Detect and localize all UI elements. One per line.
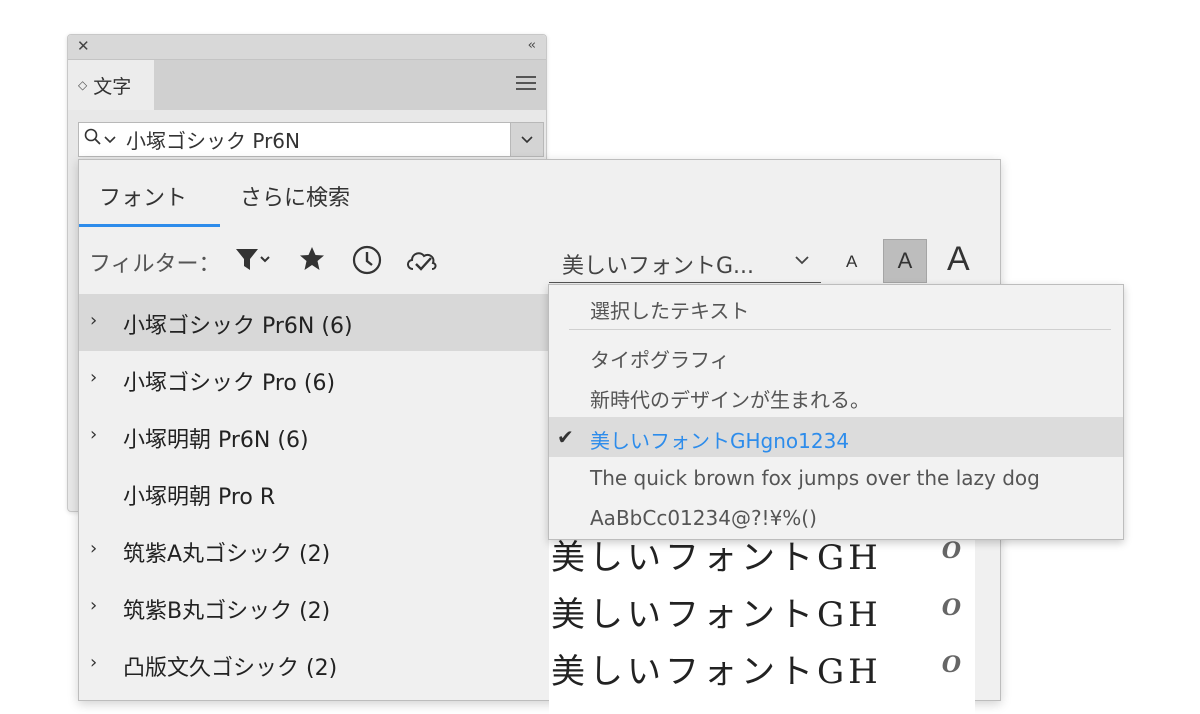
filter-funnel-icon[interactable] xyxy=(234,244,274,278)
tab-character[interactable]: ◇ 文字 xyxy=(68,60,154,110)
font-preview: 美しいフォントGHg xyxy=(551,595,881,635)
sample-text-dropdown[interactable]: 美しいフォントG... xyxy=(549,244,821,283)
font-dropdown-button[interactable] xyxy=(510,123,543,156)
font-family-row[interactable]: › 凸版文久ゴシック (2) xyxy=(79,636,549,693)
filter-label: フィルター： xyxy=(89,252,221,277)
panel-titlebar: ✕ ‹‹ xyxy=(68,35,546,60)
sample-text-option-selected[interactable]: ✔ 美しいフォントGHgno1234 xyxy=(549,417,1123,457)
panel-menu-icon[interactable] xyxy=(516,72,536,92)
chevron-right-icon[interactable]: › xyxy=(90,538,97,559)
panel-tab-row: ◇ 文字 xyxy=(68,60,546,110)
font-family-row[interactable]: › 小塚明朝 Pr6N (6) xyxy=(79,408,549,465)
font-family-row[interactable]: 小塚明朝 Pro R xyxy=(79,465,549,522)
close-icon[interactable]: ✕ xyxy=(77,37,90,55)
active-tab-indicator xyxy=(79,224,220,227)
sample-text-option-label: タイポグラフィ xyxy=(590,348,730,372)
font-family-row[interactable]: › 筑紫B丸ゴシック (2) xyxy=(79,579,549,636)
preview-size-small-button[interactable]: A xyxy=(846,252,857,272)
search-icon[interactable] xyxy=(84,128,102,151)
tab-character-label: 文字 xyxy=(93,75,132,98)
chevron-right-icon[interactable]: › xyxy=(90,367,97,388)
font-menu-tabs: フォント さらに検索 xyxy=(79,160,1000,228)
filter-row: フィルター： 美しいフォントG... xyxy=(79,236,1000,286)
opentype-icon: O xyxy=(941,538,961,564)
search-options-chevron-icon[interactable] xyxy=(104,133,116,147)
font-family-name: 小塚ゴシック Pro (6) xyxy=(123,371,336,396)
font-family-name: 筑紫B丸ゴシック (2) xyxy=(123,599,331,624)
font-family-name: 凸版文久ゴシック (2) xyxy=(123,656,338,681)
sample-text-option-label: The quick brown fox jumps over the lazy … xyxy=(590,466,1040,490)
activated-fonts-cloud-icon[interactable] xyxy=(404,244,440,280)
chevron-down-icon xyxy=(795,254,809,269)
sample-text-option[interactable]: The quick brown fox jumps over the lazy … xyxy=(549,458,1123,498)
chevron-right-icon[interactable]: › xyxy=(90,310,97,331)
sample-text-option-label: 美しいフォントGHgno1234 xyxy=(590,429,850,453)
opentype-icon: O xyxy=(941,595,961,621)
tab-fonts[interactable]: フォント xyxy=(99,180,187,212)
preview-size-large-button[interactable]: A xyxy=(947,240,970,279)
opentype-icon: O xyxy=(941,652,961,678)
sample-text-option-label: 選択したテキスト xyxy=(590,299,750,323)
recently-added-clock-icon[interactable] xyxy=(351,244,383,280)
sample-text-option-label: AaBbCc01234@?!¥%() xyxy=(590,506,817,530)
sample-text-option-label: 新時代のデザインが生まれる。 xyxy=(590,388,870,412)
menu-divider xyxy=(569,329,1111,330)
sample-text-option[interactable]: タイポグラフィ xyxy=(549,336,1123,376)
font-preview: 美しいフォントGHg xyxy=(551,652,881,692)
chevron-right-icon[interactable]: › xyxy=(90,424,97,445)
sample-text-selected: 美しいフォントG... xyxy=(562,254,755,279)
font-family-name: 筑紫A丸ゴシック (2) xyxy=(123,542,331,567)
sample-text-option[interactable]: 新時代のデザインが生まれる。 xyxy=(549,376,1123,416)
tab-find-more[interactable]: さらに検索 xyxy=(240,180,350,212)
favorites-star-icon[interactable] xyxy=(297,244,327,278)
updown-arrows-icon: ◇ xyxy=(78,78,88,92)
font-family-name: 小塚ゴシック Pr6N (6) xyxy=(123,314,353,339)
font-family-row[interactable]: › 小塚ゴシック Pr6N (6) xyxy=(79,294,549,351)
chevron-right-icon[interactable]: › xyxy=(90,652,97,673)
checkmark-icon: ✔ xyxy=(557,425,574,449)
font-family-field[interactable]: 小塚ゴシック Pr6N xyxy=(78,122,544,157)
font-family-row[interactable]: › 筑紫A丸ゴシック (2) xyxy=(79,522,549,579)
font-family-row[interactable]: › 小塚ゴシック Pro (6) xyxy=(79,351,549,408)
sample-text-menu: 選択したテキスト タイポグラフィ 新時代のデザインが生まれる。 ✔ 美しいフォン… xyxy=(548,284,1124,540)
sample-text-option[interactable]: AaBbCc01234@?!¥%() xyxy=(549,498,1123,538)
chevron-right-icon[interactable]: › xyxy=(90,595,97,616)
sample-text-option[interactable]: 選択したテキスト xyxy=(549,287,1123,327)
font-family-value: 小塚ゴシック Pr6N xyxy=(126,129,300,153)
preview-size-medium-button[interactable]: A xyxy=(883,239,927,283)
font-family-name: 小塚明朝 Pro R xyxy=(123,485,276,510)
font-family-name: 小塚明朝 Pr6N (6) xyxy=(123,428,309,453)
collapse-icon[interactable]: ‹‹ xyxy=(528,38,537,53)
